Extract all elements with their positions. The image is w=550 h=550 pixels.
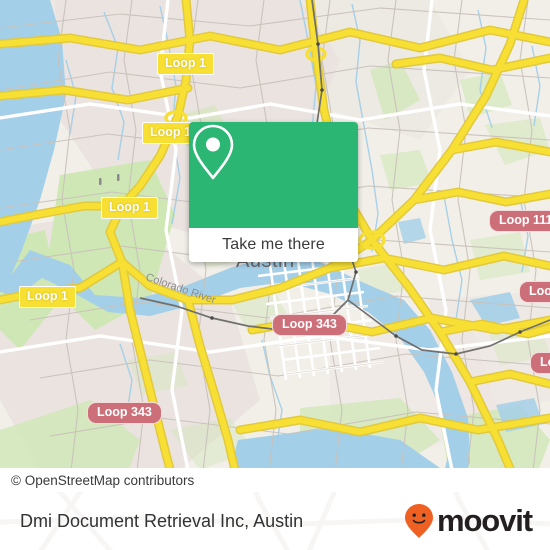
road-shield-loop-1-d[interactable]: Loop 1	[19, 286, 76, 308]
moovit-logo[interactable]: moovit	[404, 492, 533, 550]
road-shield-loop-1-a[interactable]: Loop 1	[157, 53, 214, 75]
map-pin-icon	[192, 124, 234, 180]
moovit-wordmark: moovit	[436, 503, 533, 538]
popup-cta-label: Take me there	[222, 236, 325, 253]
moovit-pin-icon	[404, 504, 433, 538]
map-attribution-bar: © OpenStreetMap contributors	[0, 468, 550, 492]
map-attribution-text[interactable]: © OpenStreetMap contributors	[0, 473, 194, 488]
page-title: Dmi Document Retrieval Inc, Austin	[20, 510, 304, 531]
footer-bar: Dmi Document Retrieval Inc, Austin moovi…	[0, 492, 550, 550]
road-shield-loop-343-b[interactable]: Loop 343	[87, 402, 162, 424]
popup-icon-area	[189, 122, 358, 228]
location-popup[interactable]: Take me there	[189, 122, 358, 262]
road-shield-loop-right-a[interactable]: Loop	[519, 281, 550, 303]
road-shield-loop-1-c[interactable]: Loop 1	[101, 197, 158, 219]
road-shield-loop-right-b[interactable]: Lo	[530, 352, 550, 374]
popup-cta[interactable]: Take me there	[189, 228, 358, 262]
map-canvas[interactable]: Austin Colorado River Loop 1 Loop 1 Loop…	[0, 0, 550, 492]
road-shield-loop-343-a[interactable]: Loop 343	[272, 314, 347, 336]
map-screenshot-root: Austin Colorado River Loop 1 Loop 1 Loop…	[0, 0, 550, 550]
road-shield-loop-111[interactable]: Loop 111	[489, 210, 550, 232]
